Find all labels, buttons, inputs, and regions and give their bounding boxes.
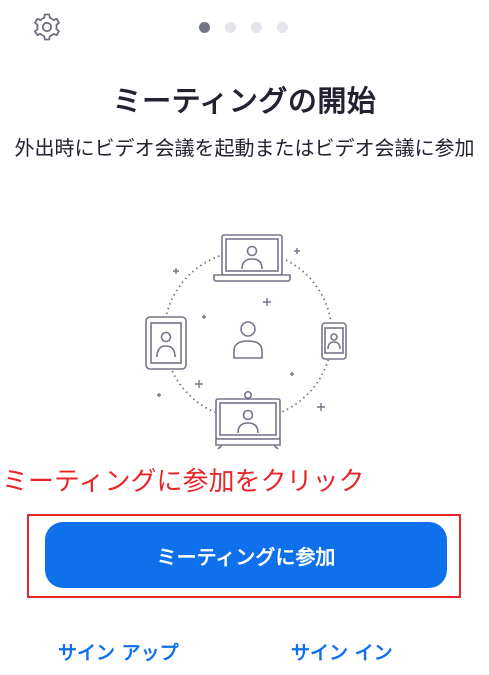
- conference-room-icon: [215, 391, 281, 450]
- page-dot-active[interactable]: [199, 22, 210, 33]
- page-dot[interactable]: [277, 22, 288, 33]
- page-indicator: [199, 22, 288, 34]
- person-icon: [233, 321, 263, 359]
- tablet-icon: [145, 316, 187, 370]
- sign-up-link[interactable]: サイン アップ: [58, 638, 179, 665]
- annotation-text: ミーティングに参加をクリック: [2, 467, 365, 497]
- join-meeting-button[interactable]: ミーティングに参加: [45, 522, 447, 588]
- page-dot[interactable]: [251, 22, 262, 33]
- page-dot[interactable]: [225, 22, 236, 33]
- laptop-icon: [213, 234, 291, 282]
- phone-icon: [321, 322, 347, 360]
- page-title: ミーティングの開始: [112, 84, 377, 118]
- gear-icon: [34, 13, 60, 41]
- meeting-illustration: [130, 225, 360, 455]
- page-subtitle: 外出時にビデオ会議を起動またはビデオ会議に参加: [14, 136, 475, 160]
- settings-button[interactable]: [32, 12, 62, 42]
- sign-in-link[interactable]: サイン イン: [291, 638, 393, 665]
